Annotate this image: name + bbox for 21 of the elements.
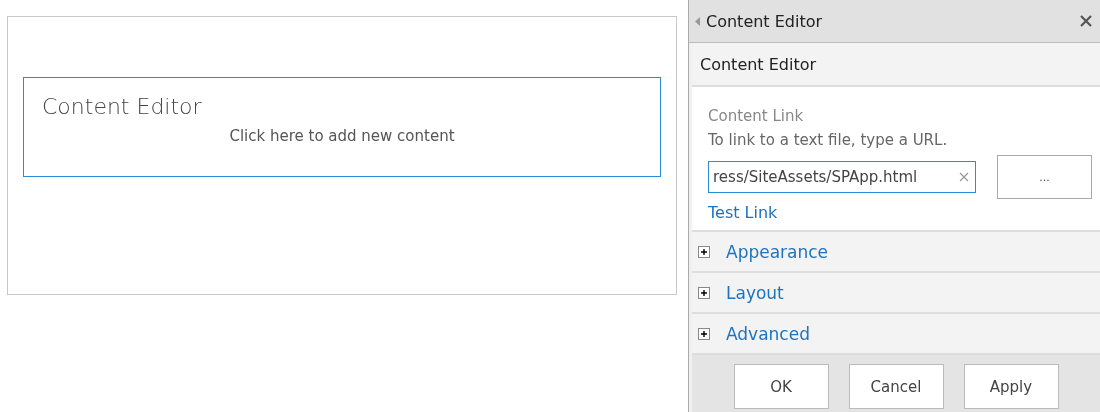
dialog-button[interactable]: Apply	[963, 364, 1059, 409]
add-content-link[interactable]: Click here to add new content	[229, 127, 455, 145]
test-link[interactable]: Test Link	[708, 203, 778, 222]
dialog-button[interactable]: OK	[733, 364, 829, 409]
section-link[interactable]: Appearance	[726, 241, 829, 262]
pane-title: Content Editor	[706, 11, 824, 31]
browse-button[interactable]: ...	[997, 155, 1092, 199]
section-title: Content Editor	[700, 54, 817, 74]
plus-icon[interactable]	[698, 286, 710, 299]
dialog-button[interactable]: Cancel	[848, 364, 944, 409]
web-part-title: Content Editor	[42, 94, 202, 119]
plus-icon[interactable]	[698, 245, 710, 258]
close-icon[interactable]	[1080, 15, 1092, 27]
clear-icon[interactable]	[959, 172, 969, 182]
plus-icon[interactable]	[698, 327, 710, 340]
web-part[interactable]: Content Editor Click here to add new content	[23, 77, 661, 177]
url-field[interactable]: ress/SiteAssets/SPApp.html	[708, 161, 976, 193]
field-hint: To link to a text file, type a URL.	[708, 131, 949, 151]
field-label: Content Link	[708, 107, 805, 127]
section-link[interactable]: Advanced	[726, 323, 810, 344]
section-link[interactable]: Layout	[726, 282, 784, 303]
